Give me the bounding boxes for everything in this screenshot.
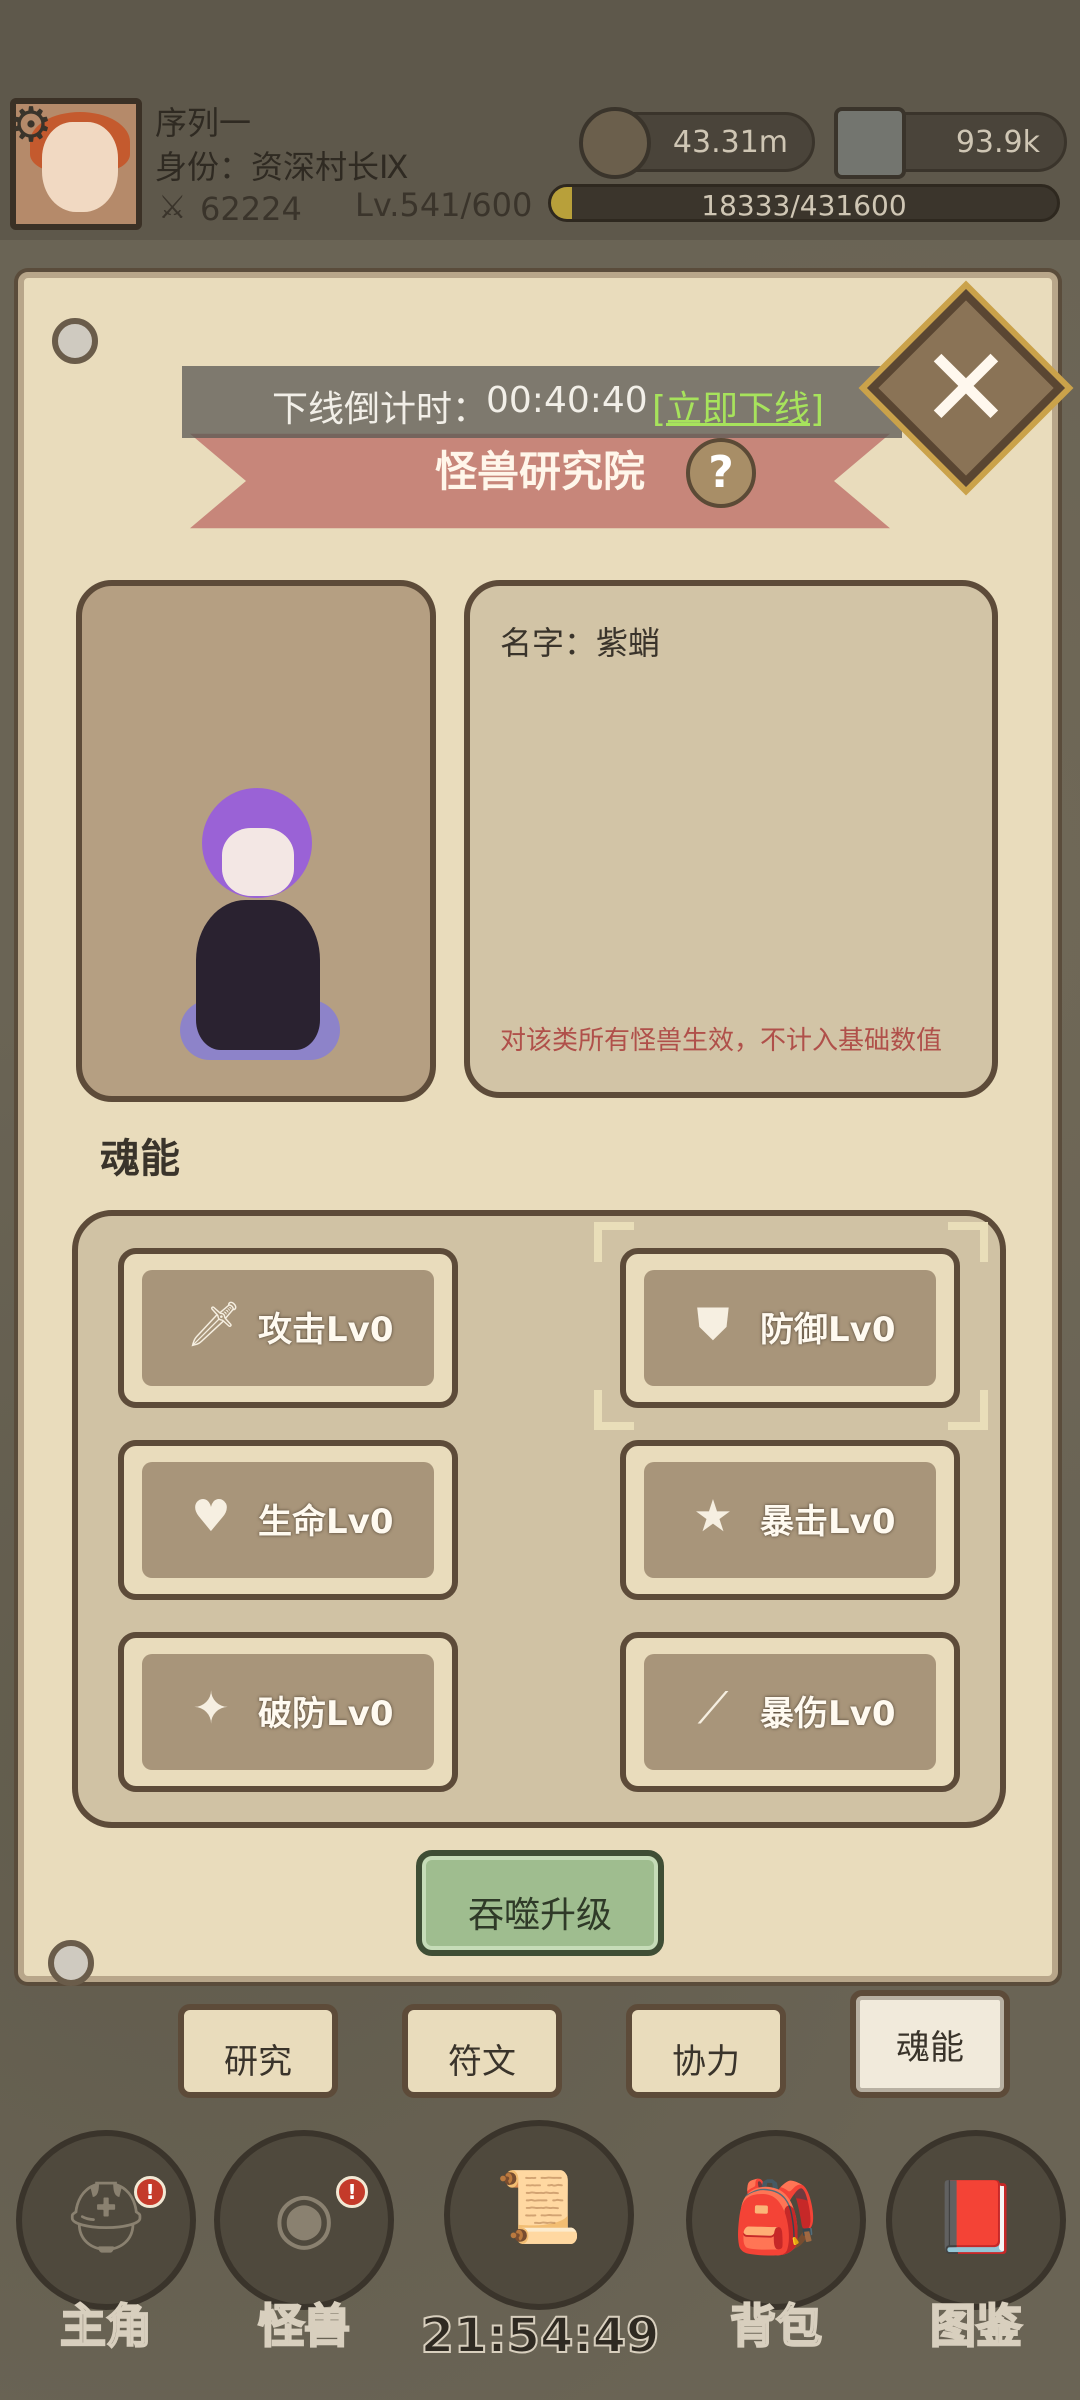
stone-icon bbox=[834, 107, 906, 179]
selection-corner bbox=[948, 1222, 988, 1262]
book-icon: 📕 bbox=[932, 2176, 1020, 2258]
skill-slot-inner: ⟋ 暴伤Lv0 bbox=[644, 1654, 936, 1770]
pin-icon bbox=[48, 1940, 94, 1986]
skill-slot-crit[interactable]: ★ 暴击Lv0 bbox=[620, 1440, 960, 1600]
help-icon[interactable]: ? bbox=[686, 438, 756, 508]
skill-label: 暴伤Lv0 bbox=[760, 1694, 896, 1734]
coin-icon bbox=[579, 107, 651, 179]
skill-slot-inner: ★ 暴击Lv0 bbox=[644, 1462, 936, 1578]
nav-bag-button[interactable]: 🎒 bbox=[686, 2130, 866, 2310]
countdown-label: 下线倒计时： bbox=[272, 389, 489, 430]
monster-dress bbox=[196, 900, 320, 1050]
skill-slot-attack[interactable]: 🗡 攻击Lv0 bbox=[118, 1248, 458, 1408]
tab-soul-energy[interactable]: 魂能 bbox=[850, 1990, 1010, 2098]
skill-slot-crit-damage[interactable]: ⟋ 暴伤Lv0 bbox=[620, 1632, 960, 1792]
countdown-time: 00:40:40 bbox=[486, 380, 648, 421]
tab-research[interactable]: 研究 bbox=[178, 2004, 338, 2098]
offline-now-link[interactable]: [立即下线] bbox=[652, 380, 824, 432]
combat-power: 62224 bbox=[200, 190, 302, 228]
tab-label: 符文 bbox=[448, 2042, 516, 2082]
skill-label: 防御Lv0 bbox=[760, 1310, 896, 1350]
game-clock: 21:54:49 bbox=[420, 2307, 661, 2365]
nav-codex-button[interactable]: 📕 bbox=[886, 2130, 1066, 2310]
monster-effect-note: 对该类所有怪兽生效，不计入基础数值 bbox=[500, 1026, 943, 1056]
skill-slot-health[interactable]: ♥ 生命Lv0 bbox=[118, 1440, 458, 1600]
close-icon[interactable]: ✕ bbox=[896, 318, 1036, 458]
shield-icon: ⛊ bbox=[696, 1299, 730, 1350]
nav-center-button[interactable]: 📜 bbox=[444, 2120, 634, 2310]
tab-cooperation[interactable]: 协力 bbox=[626, 2004, 786, 2098]
player-title: 身份：资深村长Ⅸ bbox=[155, 148, 409, 186]
section-title: 魂能 bbox=[100, 1136, 180, 1182]
hero-alert-badge: ! bbox=[134, 2176, 166, 2208]
coin-counter[interactable]: 43.31m bbox=[579, 107, 815, 179]
skill-label: 生命Lv0 bbox=[258, 1502, 394, 1542]
settings-gear-icon[interactable]: ⚙ bbox=[6, 100, 56, 150]
devour-upgrade-button[interactable]: 吞噬升级 bbox=[416, 1850, 664, 1956]
skill-slot-inner: ⛊ 防御Lv0 bbox=[644, 1270, 936, 1386]
player-level: Lv.541/600 bbox=[355, 186, 533, 224]
nav-monster-button[interactable]: ◉ bbox=[214, 2130, 394, 2310]
selection-corner bbox=[594, 1390, 634, 1430]
heart-icon: ♥ bbox=[191, 1491, 231, 1542]
skill-slot-armor-break[interactable]: ✦ 破防Lv0 bbox=[118, 1632, 458, 1792]
pin-icon bbox=[52, 318, 98, 364]
slash-icon: ⟋ bbox=[697, 1683, 729, 1734]
skill-label: 攻击Lv0 bbox=[258, 1310, 394, 1350]
nav-hero-button[interactable]: ⛑ bbox=[16, 2130, 196, 2310]
tab-label: 协力 bbox=[672, 2042, 740, 2082]
skill-slot-inner: ✦ 破防Lv0 bbox=[142, 1654, 434, 1770]
scroll-icon: 📜 bbox=[495, 2166, 583, 2248]
stone-counter[interactable]: 93.9k bbox=[834, 107, 1067, 179]
monster-portrait bbox=[180, 780, 340, 1070]
break-icon: ✦ bbox=[192, 1683, 230, 1734]
skill-label: 暴击Lv0 bbox=[760, 1502, 896, 1542]
skill-slot-defense[interactable]: ⛊ 防御Lv0 bbox=[620, 1248, 960, 1408]
sword-icon: 🗡 bbox=[186, 1299, 242, 1350]
monster-face bbox=[222, 828, 294, 896]
monster-name: 名字：紫蛸 bbox=[500, 624, 661, 662]
star-icon: ★ bbox=[693, 1491, 733, 1542]
stone-amount: 93.9k bbox=[955, 125, 1040, 160]
exp-bar: 18333/431600 bbox=[548, 184, 1060, 222]
skill-slot-inner: 🗡 攻击Lv0 bbox=[142, 1270, 434, 1386]
tab-label: 研究 bbox=[224, 2042, 292, 2082]
selection-corner bbox=[948, 1390, 988, 1430]
exp-text: 18333/431600 bbox=[701, 189, 907, 222]
skill-slot-inner: ♥ 生命Lv0 bbox=[142, 1462, 434, 1578]
offline-countdown-bar: 下线倒计时： 00:40:40 [立即下线] bbox=[182, 366, 902, 438]
devour-upgrade-label: 吞噬升级 bbox=[467, 1895, 612, 1936]
coin-amount: 43.31m bbox=[672, 125, 788, 160]
player-name: 序列一 bbox=[155, 104, 252, 142]
power-sword-icon: ⚔ bbox=[158, 188, 187, 226]
tab-label: 魂能 bbox=[896, 2028, 964, 2068]
backpack-icon: 🎒 bbox=[732, 2176, 820, 2258]
monster-alert-badge: ! bbox=[336, 2176, 368, 2208]
skill-label: 破防Lv0 bbox=[258, 1694, 394, 1734]
tab-runes[interactable]: 符文 bbox=[402, 2004, 562, 2098]
selection-corner bbox=[594, 1222, 634, 1262]
